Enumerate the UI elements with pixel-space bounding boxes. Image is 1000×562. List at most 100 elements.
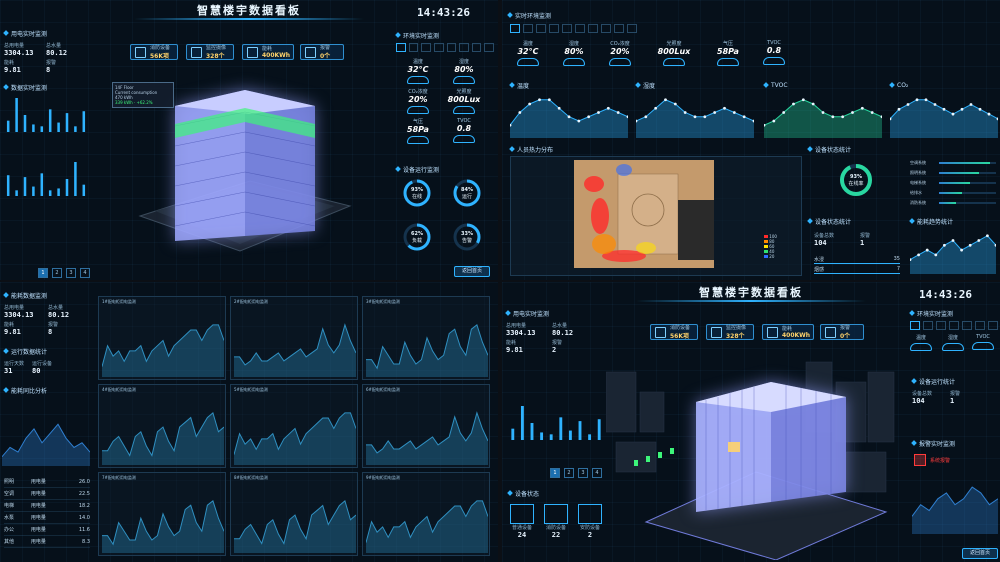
stat-consumption: 能耗 9.81: [4, 322, 21, 336]
energy-panel[interactable]: 8#配电柜用电监测: [230, 472, 358, 556]
dashboard-energy-panels: 能耗数据监测 总用电量 3304.13 总水量 80.12 能耗 9.81 报警 8 运…: [0, 282, 498, 562]
device-normal[interactable]: 普通设备 24: [510, 504, 534, 539]
env-humidity: 湿度: [938, 334, 968, 351]
page-3-button[interactable]: 3: [578, 468, 588, 478]
table-row[interactable]: 照明 用电量 26.0: [4, 476, 90, 488]
page-2-button[interactable]: 2: [564, 468, 574, 478]
panel-title: 8#配电柜用电监测: [234, 475, 268, 480]
energy-panel[interactable]: 1#配电柜用电监测: [98, 296, 226, 380]
panel-title: 3#配电柜用电监测: [366, 299, 400, 304]
device-security[interactable]: 安防设备 2: [578, 504, 602, 539]
floor-heatmap[interactable]: [574, 160, 714, 268]
page-4-button[interactable]: 4: [80, 268, 90, 278]
tab-4[interactable]: [433, 43, 444, 52]
tab-9[interactable]: [614, 24, 624, 33]
bar: [74, 162, 77, 196]
panel-area-chart: [234, 499, 356, 553]
section-title-energy: 能耗数据监测: [3, 290, 92, 300]
data-point: [811, 102, 815, 106]
metric-card-camera[interactable]: 监控摄像 328个: [186, 44, 234, 60]
energy-panel[interactable]: 3#配电柜用电监测: [362, 296, 490, 380]
tab-5[interactable]: [562, 24, 572, 33]
floor-tabs[interactable]: [910, 321, 998, 330]
metric-card-fire[interactable]: 消防设备 56K项: [650, 324, 698, 340]
floor-tabs[interactable]: [396, 43, 494, 52]
data-point: [851, 111, 854, 114]
tab-8[interactable]: [601, 24, 611, 33]
energy-panel[interactable]: 5#配电柜用电监测: [230, 384, 358, 468]
energy-panel[interactable]: 7#配电柜用电监测: [98, 472, 226, 556]
page-1-button[interactable]: 1: [550, 468, 560, 478]
energy-panel[interactable]: 6#配电柜用电监测: [362, 384, 490, 468]
metric-card-fire[interactable]: 消防设备 56K项: [130, 44, 178, 60]
tab-6[interactable]: [575, 24, 585, 33]
tab-3[interactable]: [936, 321, 946, 330]
data-point: [557, 106, 561, 110]
metric-card-alarm[interactable]: 报警 0个: [300, 44, 344, 60]
pager: 1 2 3 4: [550, 468, 602, 478]
camera-icon: [711, 326, 722, 338]
chart-title-4: CO₂: [889, 80, 908, 90]
table-row[interactable]: 办公 用电量 11.6: [4, 524, 90, 536]
tab-6[interactable]: [459, 43, 469, 52]
metric-card-energy[interactable]: 能耗 400KWh: [242, 44, 294, 60]
page-3-button[interactable]: 3: [66, 268, 76, 278]
table-row[interactable]: 电梯 用电量 18.2: [4, 500, 90, 512]
table-row[interactable]: 水泵 用电量 14.0: [4, 512, 90, 524]
camera-icon: [191, 46, 202, 58]
back-home-button[interactable]: 返回首页: [454, 266, 490, 277]
section-title-energy: 用电实时监测: [3, 28, 88, 38]
tab-2[interactable]: [923, 321, 933, 330]
bar: [48, 109, 52, 132]
section-title-env: 环境实时监测: [909, 308, 998, 318]
device-list: 水浸 35 烟感 7: [814, 256, 900, 274]
tab-3[interactable]: [421, 43, 431, 52]
env-temp: 温度 32°C: [398, 58, 438, 84]
tab-6[interactable]: [975, 321, 985, 330]
tab-3[interactable]: [536, 24, 546, 33]
tab-1[interactable]: [910, 321, 920, 330]
page-2-button[interactable]: 2: [52, 268, 62, 278]
tab-7[interactable]: [988, 321, 998, 330]
device-fire[interactable]: 消防设备 22: [544, 504, 568, 539]
tab-1[interactable]: [510, 24, 520, 33]
bar: [23, 177, 27, 196]
data-point: [801, 98, 805, 102]
floor-tabs[interactable]: [510, 24, 637, 33]
tab-1[interactable]: [396, 43, 406, 52]
energy-panel[interactable]: 4#配电柜用电监测: [98, 384, 226, 468]
tab-4[interactable]: [949, 321, 959, 330]
env-temp: 温度 32°C: [508, 40, 548, 66]
data-point: [792, 102, 795, 106]
metric-card-camera[interactable]: 监控摄像 328个: [706, 324, 754, 340]
tab-5[interactable]: [446, 43, 457, 52]
metric-card-alarm[interactable]: 报警 0个: [820, 324, 864, 340]
tab-7[interactable]: [471, 43, 482, 52]
alarm-item[interactable]: 系统报警: [914, 454, 950, 466]
tab-8[interactable]: [484, 43, 494, 52]
energy-panel[interactable]: 9#配电柜用电监测: [362, 472, 490, 556]
section-title-energy: 用电实时监测: [505, 308, 598, 318]
data-point: [915, 98, 919, 102]
energy-panel[interactable]: 2#配电柜用电监测: [230, 296, 358, 380]
tab-4[interactable]: [549, 24, 559, 33]
table-row[interactable]: 空调 用电量 22.5: [4, 488, 90, 500]
tab-7[interactable]: [588, 24, 598, 33]
stat-power: 总用电量 3304.13: [4, 43, 34, 57]
page-1-button[interactable]: 1: [38, 268, 48, 278]
data-point: [934, 253, 938, 257]
stat-water: 总水量 80.12: [48, 305, 70, 319]
data-point: [860, 106, 864, 110]
metric-card-energy[interactable]: 能耗 400KWh: [762, 324, 814, 340]
tab-10[interactable]: [627, 24, 637, 33]
data-point: [933, 103, 937, 106]
env-pressure: 气压 58Pa: [708, 40, 748, 66]
building-3d-model[interactable]: [606, 342, 896, 560]
tab-5[interactable]: [962, 321, 972, 330]
tab-2[interactable]: [408, 43, 419, 52]
area-fill: [636, 99, 754, 138]
back-home-button[interactable]: 返回首页: [962, 548, 998, 559]
tab-2[interactable]: [523, 24, 533, 33]
page-4-button[interactable]: 4: [592, 468, 602, 478]
table-row[interactable]: 其他 用电量 8.3: [4, 536, 90, 548]
